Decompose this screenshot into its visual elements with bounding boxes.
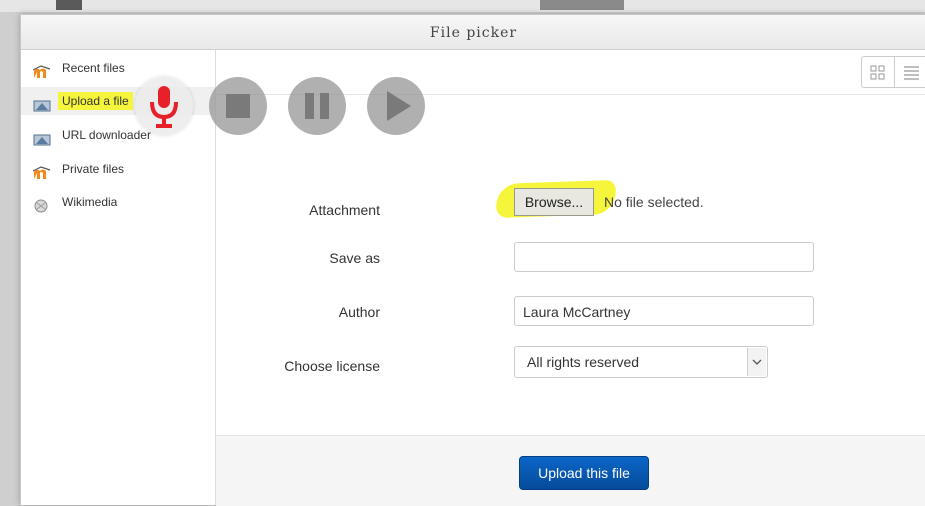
sidebar-item-label: Recent files [62, 61, 125, 75]
background-page-strip [0, 0, 925, 12]
pause-icon [305, 93, 329, 119]
play-icon [387, 91, 411, 121]
dialog-title: File picker [21, 15, 925, 50]
upload-icon [33, 94, 51, 112]
background-tab [540, 0, 624, 10]
file-picker-dialog: File picker Recent files Upload a file U… [20, 14, 925, 506]
recorder-controls [135, 77, 455, 139]
url-icon [33, 128, 51, 146]
grid-icon [870, 65, 885, 80]
record-button[interactable] [135, 77, 193, 135]
moodle-icon [32, 61, 51, 78]
sidebar-item-wikimedia[interactable]: Wikimedia [21, 188, 215, 216]
microphone-icon [150, 86, 178, 128]
sidebar-item-private-files[interactable]: Private files [21, 155, 215, 183]
sidebar-item-label: Private files [62, 162, 125, 176]
stop-icon [226, 94, 250, 118]
icons-view-button[interactable] [862, 57, 895, 87]
sidebar-item-label: Upload a file [58, 92, 133, 110]
stop-button[interactable] [209, 77, 267, 135]
sidebar-item-label-wrap: Upload a file [58, 87, 133, 115]
background-tab [56, 0, 82, 10]
list-icon [904, 66, 919, 80]
moodle-icon [32, 162, 51, 179]
view-switcher [861, 56, 925, 88]
play-button[interactable] [367, 77, 425, 135]
pause-button[interactable] [288, 77, 346, 135]
wikimedia-icon [33, 195, 51, 213]
sidebar-item-label: Wikimedia [62, 195, 118, 209]
list-view-button[interactable] [895, 57, 925, 87]
